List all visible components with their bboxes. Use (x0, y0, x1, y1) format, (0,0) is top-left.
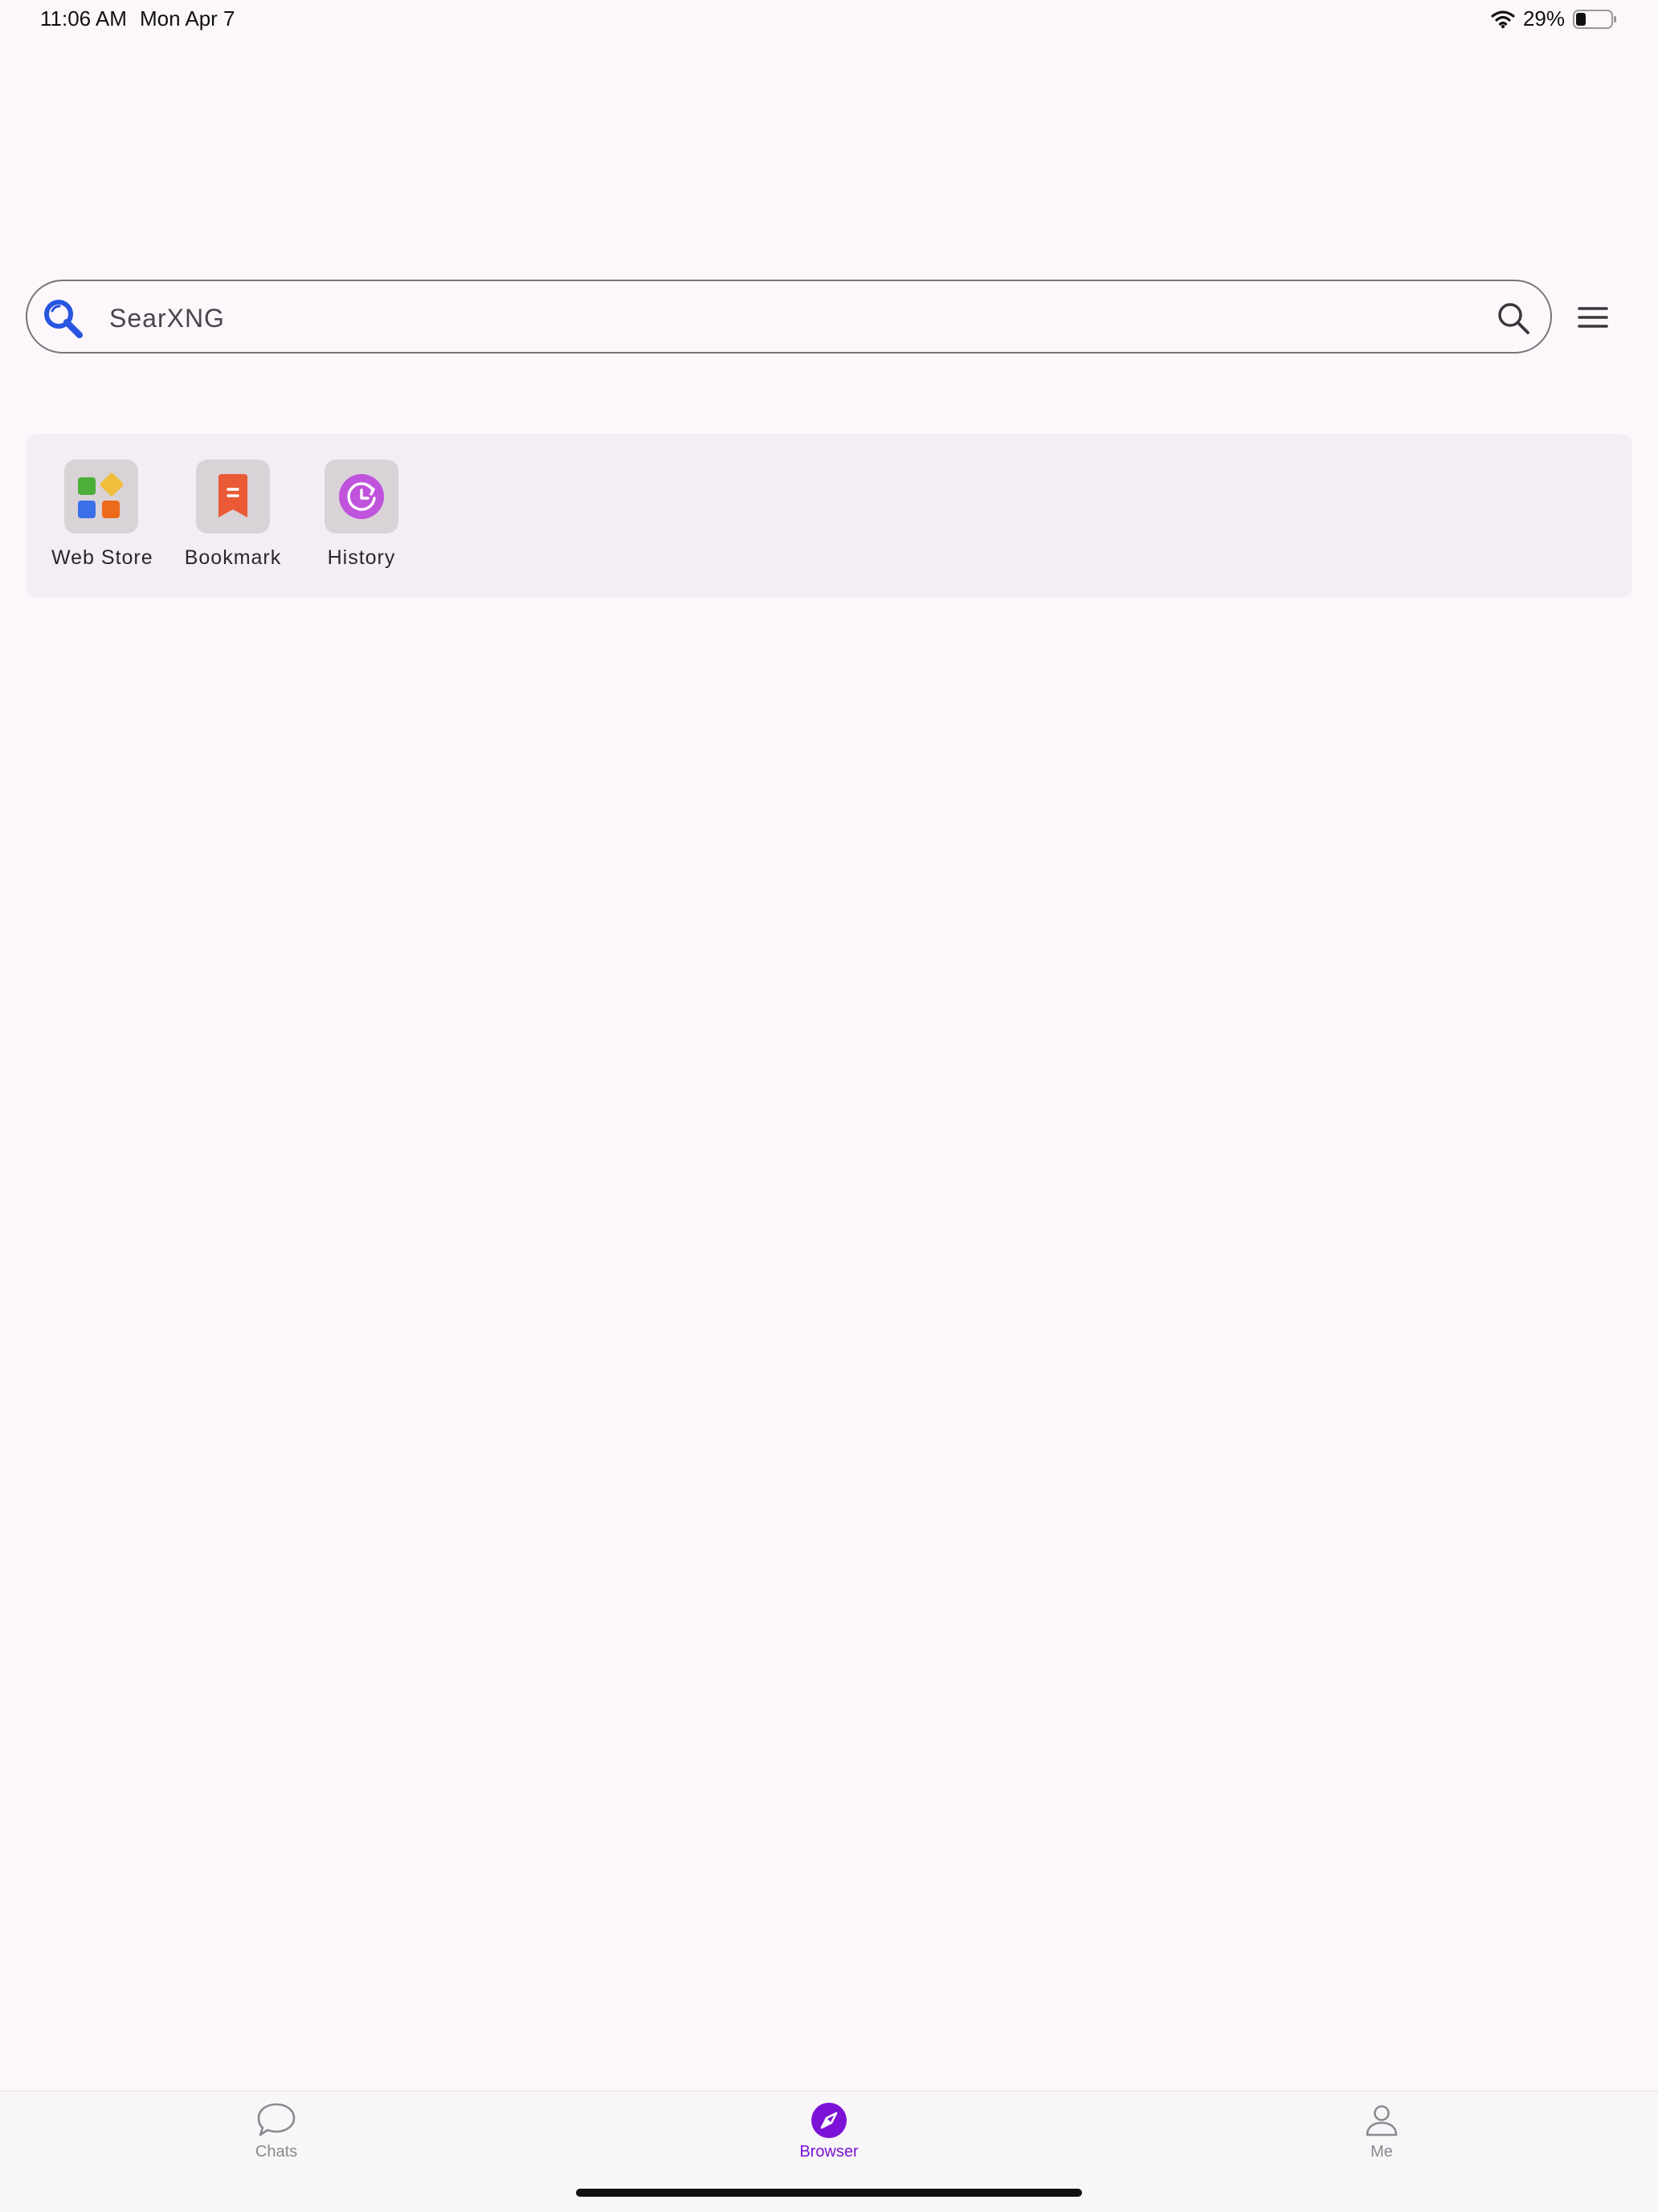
person-icon (1366, 2105, 1398, 2136)
nav-label-chats: Chats (255, 2143, 298, 2161)
nav-label-me: Me (1370, 2143, 1393, 2161)
battery-percent: 29% (1522, 6, 1565, 31)
search-engine-icon[interactable] (42, 297, 85, 341)
quick-access-panel: Web Store Bookmark History (26, 434, 1632, 598)
history-icon (339, 474, 384, 519)
status-time: 11:06 AM (40, 6, 127, 31)
quick-item-bookmark[interactable]: Bookmark (183, 460, 283, 570)
quick-item-label: Bookmark (184, 546, 282, 569)
quick-item-label: History (327, 546, 396, 569)
quick-item-label: Web Store (51, 546, 153, 569)
compass-icon (811, 2103, 847, 2138)
history-tile (325, 460, 398, 534)
nav-item-chats[interactable]: Chats (196, 2091, 357, 2180)
nav-item-browser[interactable]: Browser (749, 2091, 909, 2180)
status-date: Mon Apr 7 (140, 6, 235, 31)
quick-item-history[interactable]: History (312, 460, 411, 570)
web-store-tile (64, 460, 138, 534)
quick-item-web-store[interactable]: Web Store (51, 460, 153, 570)
nav-item-me[interactable]: Me (1301, 2091, 1462, 2180)
bookmark-icon (218, 474, 247, 517)
wifi-icon (1491, 10, 1515, 28)
status-bar: 11:06 AM Mon Apr 7 29% (0, 0, 1658, 40)
search-input[interactable] (108, 296, 1428, 341)
search-bar (26, 280, 1552, 354)
chat-bubble-icon (257, 2103, 296, 2136)
status-indicators: 29% (1491, 6, 1618, 31)
web-store-icon (78, 472, 124, 518)
hamburger-menu-icon[interactable] (1576, 301, 1610, 334)
nav-label-browser: Browser (799, 2143, 859, 2161)
battery-icon (1573, 9, 1616, 29)
bookmark-tile (196, 460, 270, 534)
search-icon[interactable] (1494, 299, 1533, 337)
home-indicator (576, 2189, 1082, 2197)
